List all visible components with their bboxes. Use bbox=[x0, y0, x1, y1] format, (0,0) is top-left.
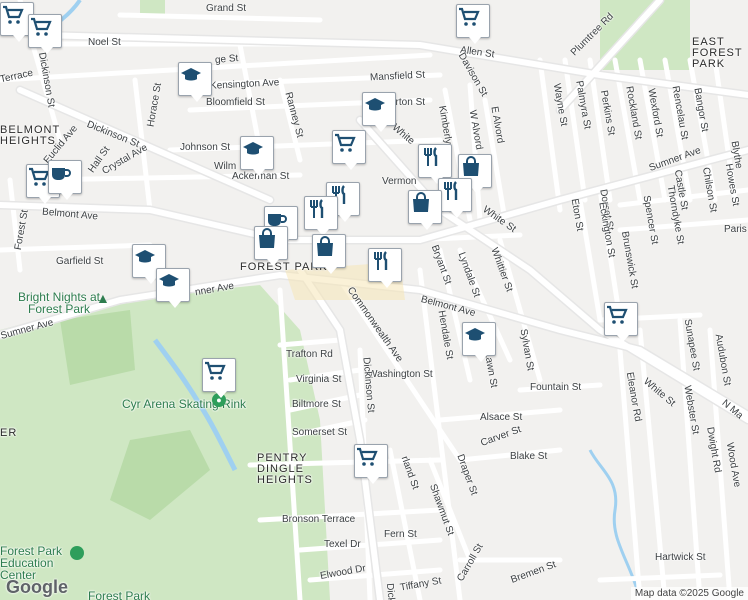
poi-marker[interactable] bbox=[178, 62, 212, 102]
grand-st-label: Grand St bbox=[206, 3, 247, 14]
east-forest-park-label: EAST FOREST PARK bbox=[692, 37, 743, 70]
johnson-st-label: Johnson St bbox=[180, 142, 231, 153]
vermont-label: Vermon bbox=[382, 176, 417, 187]
poi-marker[interactable] bbox=[354, 444, 388, 484]
alsace-st-label: Alsace St bbox=[480, 412, 523, 423]
belmont-heights-label: BELMONT HEIGHTS bbox=[0, 124, 60, 147]
ridge-st-label: ge St bbox=[214, 53, 239, 66]
poi-marker[interactable] bbox=[48, 160, 82, 200]
trafton-rd-label: Trafton Rd bbox=[286, 349, 333, 360]
poi-marker[interactable] bbox=[456, 4, 490, 44]
forest-park-ed-label: Forest Park Education Center bbox=[0, 544, 63, 582]
virginia-st-label: Virginia St bbox=[296, 374, 342, 385]
cyr-arena-label: Cyr Arena Skating Rink bbox=[122, 397, 247, 411]
poi-marker[interactable] bbox=[202, 358, 236, 398]
paris-label: Paris bbox=[724, 224, 747, 235]
map-canvas[interactable]: Grand St Noel St Allen St Plumtree Rd EA… bbox=[0, 0, 748, 600]
poi-marker[interactable] bbox=[604, 302, 638, 342]
fountain-st-label: Fountain St bbox=[530, 382, 582, 393]
bloomfield-st-label: Bloomfield St bbox=[206, 97, 265, 108]
poi-marker[interactable] bbox=[240, 136, 274, 176]
paw-icon bbox=[70, 546, 84, 560]
poi-marker[interactable] bbox=[304, 196, 338, 236]
poi-marker[interactable] bbox=[462, 322, 496, 362]
map-attribution: Map data ©2025 Google bbox=[630, 587, 748, 600]
biltmore-st-label: Biltmore St bbox=[292, 399, 341, 410]
fern-st-label: Fern St bbox=[384, 529, 417, 540]
poi-marker[interactable] bbox=[312, 234, 346, 274]
google-logo: Google bbox=[6, 577, 68, 597]
poi-marker[interactable] bbox=[368, 248, 402, 288]
poi-marker[interactable] bbox=[156, 268, 190, 308]
er-label: ER bbox=[0, 427, 18, 439]
poi-marker[interactable] bbox=[418, 144, 452, 184]
noel-st-label: Noel St bbox=[88, 37, 121, 48]
blake-st-label: Blake St bbox=[510, 451, 548, 462]
garfield-st-label: Garfield St bbox=[56, 256, 104, 267]
washington-st-label: Washington St bbox=[368, 369, 433, 380]
somerset-st-label: Somerset St bbox=[292, 427, 348, 438]
bronson-terrace-label: Bronson Terrace bbox=[282, 514, 356, 525]
hartwick-st-label: Hartwick St bbox=[655, 552, 706, 563]
forest-park-bottom-label: Forest Park bbox=[88, 589, 151, 600]
texel-dr-label: Texel Dr bbox=[324, 539, 361, 550]
poi-marker[interactable] bbox=[362, 92, 396, 132]
poi-marker[interactable] bbox=[28, 14, 62, 54]
dick-bottom-label: Dick bbox=[383, 582, 397, 600]
pentry-dingle-heights-label: PENTRY DINGLE HEIGHTS bbox=[257, 452, 313, 486]
poi-marker[interactable] bbox=[438, 178, 472, 218]
tree-icon: ▲ bbox=[96, 290, 110, 306]
poi-marker[interactable] bbox=[332, 130, 366, 170]
poi-marker[interactable] bbox=[254, 226, 288, 266]
poi-marker[interactable] bbox=[408, 190, 442, 230]
small-park bbox=[140, 0, 165, 15]
